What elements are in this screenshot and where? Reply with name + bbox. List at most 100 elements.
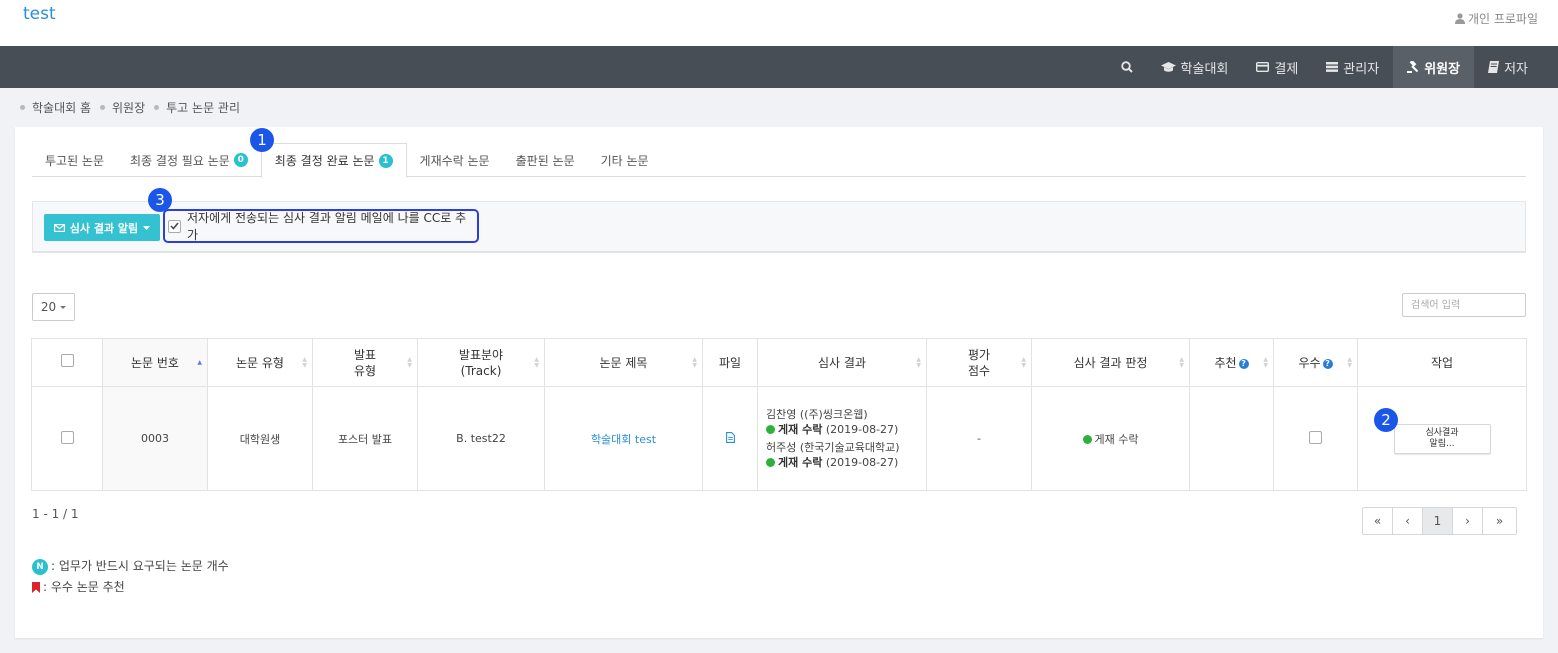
sort-icon: ▲ ▼: [1179, 355, 1184, 369]
n-badge-icon: N: [32, 558, 48, 575]
search-input[interactable]: [1402, 293, 1526, 317]
accepted-dot-icon: [766, 425, 775, 434]
profile-link[interactable]: 개인 프로파일: [1454, 10, 1538, 27]
page-prev-button[interactable]: ‹: [1393, 508, 1423, 534]
col-paper-type[interactable]: 논문 유형 ▲ ▼: [207, 338, 313, 387]
cell-score: -: [926, 386, 1032, 491]
cell-presentation-type: 포스터 발표: [312, 386, 418, 491]
nav-author[interactable]: 저자: [1474, 46, 1542, 88]
result-count: 1 - 1 / 1: [32, 507, 79, 521]
col-presentation-type[interactable]: 발표 유형 ▲ ▼: [312, 338, 418, 387]
nav-chair[interactable]: 위원장: [1393, 46, 1475, 88]
tab-submitted[interactable]: 투고된 논문: [32, 143, 117, 177]
tab-other[interactable]: 기타 논문: [588, 143, 662, 177]
page-next-button[interactable]: ›: [1453, 508, 1483, 534]
tab-decision-complete[interactable]: 최종 결정 완료 논문 1: [260, 143, 407, 178]
pagination: « ‹ 1 › »: [1362, 507, 1517, 535]
accepted-dot-icon: [766, 458, 775, 467]
breadcrumb-chair[interactable]: 위원장: [100, 99, 145, 116]
nav-payment[interactable]: 결제: [1242, 46, 1312, 88]
cc-label[interactable]: 저자에게 전송되는 심사 결과 알림 메일에 나를 CC로 추가: [187, 209, 477, 243]
nav-search[interactable]: [1107, 46, 1147, 88]
review-notify-row-button[interactable]: 심사결과 알림...: [1393, 423, 1491, 454]
excellent-checkbox[interactable]: [1309, 430, 1322, 444]
breadcrumb-paper-management: 투고 논문 관리: [154, 99, 240, 116]
legend: N : 업무가 반드시 요구되는 논문 개수 : 우수 논문 추천: [32, 556, 229, 598]
cell-decision: 게재 수락: [1031, 386, 1190, 491]
tab-accepted[interactable]: 게재수락 논문: [407, 143, 503, 177]
review-date: (2019-08-27): [825, 423, 899, 436]
page-current-button[interactable]: 1: [1423, 508, 1453, 534]
book-icon: [1488, 61, 1500, 73]
sort-icon: ▲ ▼: [534, 355, 539, 369]
search-icon: [1120, 61, 1133, 73]
col-score[interactable]: 평가 점수 ▲ ▼: [926, 338, 1032, 387]
table-header-row: 논문 번호 ▲ 논문 유형 ▲ ▼ 발표 유형 ▲ ▼ 발표분야 (Track) ▲ ▼ 논문 제…: [31, 338, 1527, 387]
top-bar: test 개인 프로파일: [0, 0, 1558, 46]
sort-icon: ▲ ▼: [302, 355, 307, 369]
nav-conference[interactable]: 학술대회: [1147, 46, 1243, 88]
legend-required-count: N : 업무가 반드시 요구되는 논문 개수: [32, 556, 229, 577]
page-first-button[interactable]: «: [1363, 508, 1393, 534]
help-icon[interactable]: ?: [1322, 358, 1333, 369]
page-size-value: 20: [40, 300, 57, 314]
row-checkbox[interactable]: [60, 430, 74, 444]
cc-option: 저자에게 전송되는 심사 결과 알림 메일에 나를 CC로 추가: [163, 209, 479, 243]
decision-label: 게재 수락: [1094, 432, 1139, 446]
help-icon[interactable]: ?: [1238, 358, 1249, 369]
breadcrumb-dot-icon: [100, 105, 106, 110]
review-notify-label: 심사 결과 알림: [69, 221, 139, 235]
legend-excellent: : 우수 논문 추천: [32, 577, 229, 598]
nav-admin[interactable]: 관리자: [1312, 46, 1393, 88]
credit-card-icon: [1256, 62, 1270, 72]
col-decision[interactable]: 심사 결과 판정 ▲ ▼: [1031, 338, 1190, 387]
site-title[interactable]: test: [23, 4, 56, 24]
col-track[interactable]: 발표분야 (Track) ▲ ▼: [417, 338, 545, 387]
breadcrumb: 학술대회 홈 위원장 투고 논문 관리: [20, 99, 249, 116]
count-badge: 1: [378, 153, 393, 168]
cell-paper-no: 0003: [102, 386, 208, 491]
col-excellent[interactable]: 우수? ▲ ▼: [1273, 338, 1358, 387]
select-all-cell: [31, 338, 103, 387]
nav-admin-label: 관리자: [1343, 61, 1380, 77]
review-date: (2019-08-27): [825, 456, 899, 469]
cell-task: 심사결과 알림...: [1357, 386, 1527, 491]
nav-chair-label: 위원장: [1424, 61, 1461, 77]
sort-icon: ▲ ▼: [916, 355, 921, 369]
col-title[interactable]: 논문 제목 ▲ ▼: [544, 338, 703, 387]
file-icon[interactable]: [725, 431, 735, 443]
tab-decision-needed[interactable]: 최종 결정 필요 논문 0: [117, 143, 261, 177]
caret-down-icon: [60, 305, 67, 309]
checkmark-icon: [170, 222, 179, 230]
sort-icon: ▲ ▼: [1021, 355, 1026, 369]
accepted-dot-icon: [1082, 434, 1092, 444]
breadcrumb-dot-icon: [20, 105, 25, 110]
table-row: 0003 대학원생 포스터 발표 B. test22 학술대회 test 김찬영…: [31, 386, 1527, 491]
tab-published[interactable]: 출판된 논문: [503, 143, 588, 177]
annotation-marker-1: 1: [250, 128, 274, 152]
col-paper-no[interactable]: 논문 번호 ▲: [102, 338, 208, 387]
review-status: 게재 수락: [778, 456, 823, 469]
review-notify-button[interactable]: 심사 결과 알림: [44, 214, 160, 241]
cell-recommend: [1189, 386, 1274, 491]
col-review-result[interactable]: 심사 결과 ▲ ▼: [757, 338, 927, 387]
annotation-marker-2: 2: [1374, 408, 1398, 432]
review-entry: 허주성 (한국기술교육대학교) 게재 수락 (2019-08-27): [766, 440, 926, 470]
col-file: 파일: [702, 338, 758, 387]
server-icon: [1326, 62, 1339, 72]
breadcrumb-conference-home[interactable]: 학술대회 홈: [20, 99, 91, 116]
sort-icon: ▲ ▼: [407, 355, 412, 369]
page-size-select[interactable]: 20: [32, 293, 75, 321]
nav-payment-label: 결제: [1274, 61, 1299, 77]
page-last-button[interactable]: »: [1483, 508, 1516, 534]
main-panel: 투고된 논문 최종 결정 필요 논문 0 최종 결정 완료 논문 1 게재수락 논문…: [15, 127, 1543, 638]
cc-checkbox[interactable]: [168, 219, 181, 233]
paper-title-link[interactable]: 학술대회 test: [591, 433, 656, 446]
sort-icon: ▲ ▼: [692, 355, 697, 369]
gavel-icon: [1407, 61, 1419, 73]
select-all-checkbox[interactable]: [60, 354, 74, 367]
sort-icon: ▲ ▼: [1263, 355, 1268, 369]
profile-label: 개인 프로파일: [1467, 12, 1538, 26]
cell-title: 학술대회 test: [544, 386, 703, 491]
col-recommend[interactable]: 추천? ▲ ▼: [1189, 338, 1274, 387]
